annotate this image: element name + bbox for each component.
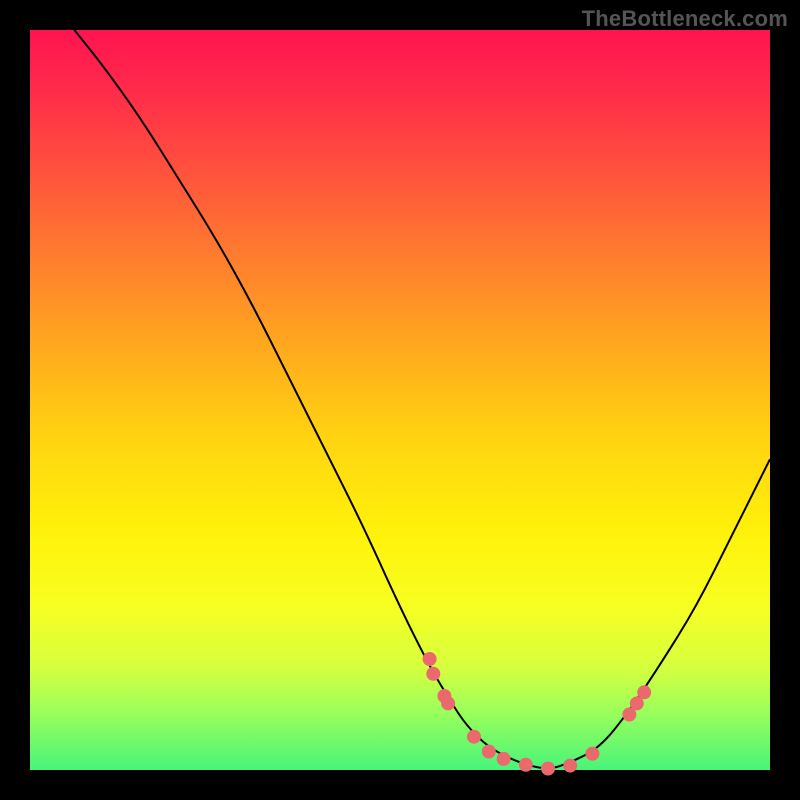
curve-marker-dot	[441, 696, 455, 710]
curve-marker-dot	[497, 752, 511, 766]
curve-marker-dot	[467, 730, 481, 744]
chart-svg-overlay	[30, 30, 770, 770]
curve-marker-dot	[482, 745, 496, 759]
curve-markers	[423, 652, 652, 776]
bottleneck-curve	[74, 30, 770, 768]
curve-marker-dot	[585, 747, 599, 761]
watermark-text: TheBottleneck.com	[582, 6, 788, 32]
curve-marker-dot	[637, 685, 651, 699]
curve-marker-dot	[426, 667, 440, 681]
curve-marker-dot	[519, 758, 533, 772]
curve-marker-dot	[541, 762, 555, 776]
curve-marker-dot	[423, 652, 437, 666]
curve-marker-dot	[563, 759, 577, 773]
